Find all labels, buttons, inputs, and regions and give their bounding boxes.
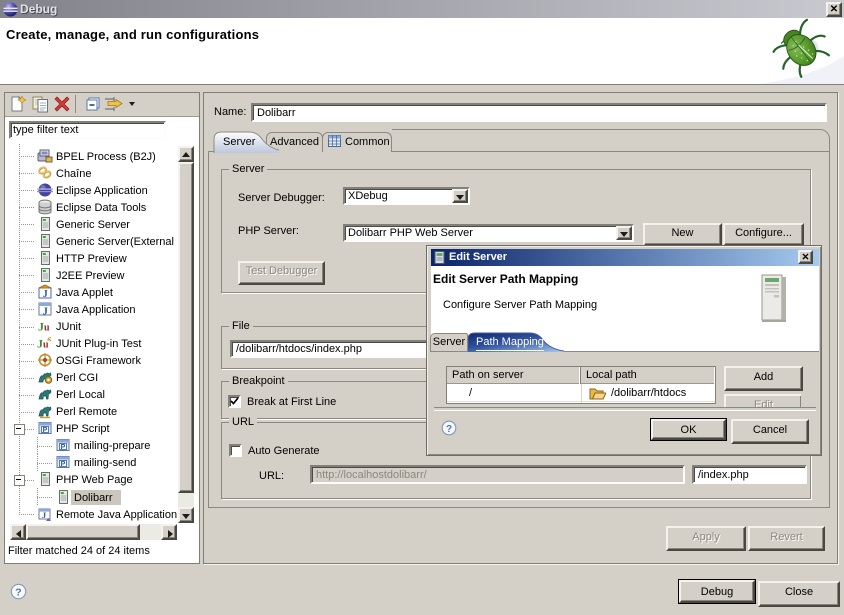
svg-text:J: J <box>43 289 48 300</box>
svg-text:P: P <box>61 461 66 468</box>
svg-text:?: ? <box>15 586 21 598</box>
svg-text:?: ? <box>446 424 452 435</box>
svg-text:u: u <box>43 340 49 351</box>
svg-text:P: P <box>61 444 66 451</box>
svg-text:P: P <box>43 427 48 434</box>
svg-text:J: J <box>43 307 48 318</box>
svg-text:u: u <box>44 323 50 334</box>
